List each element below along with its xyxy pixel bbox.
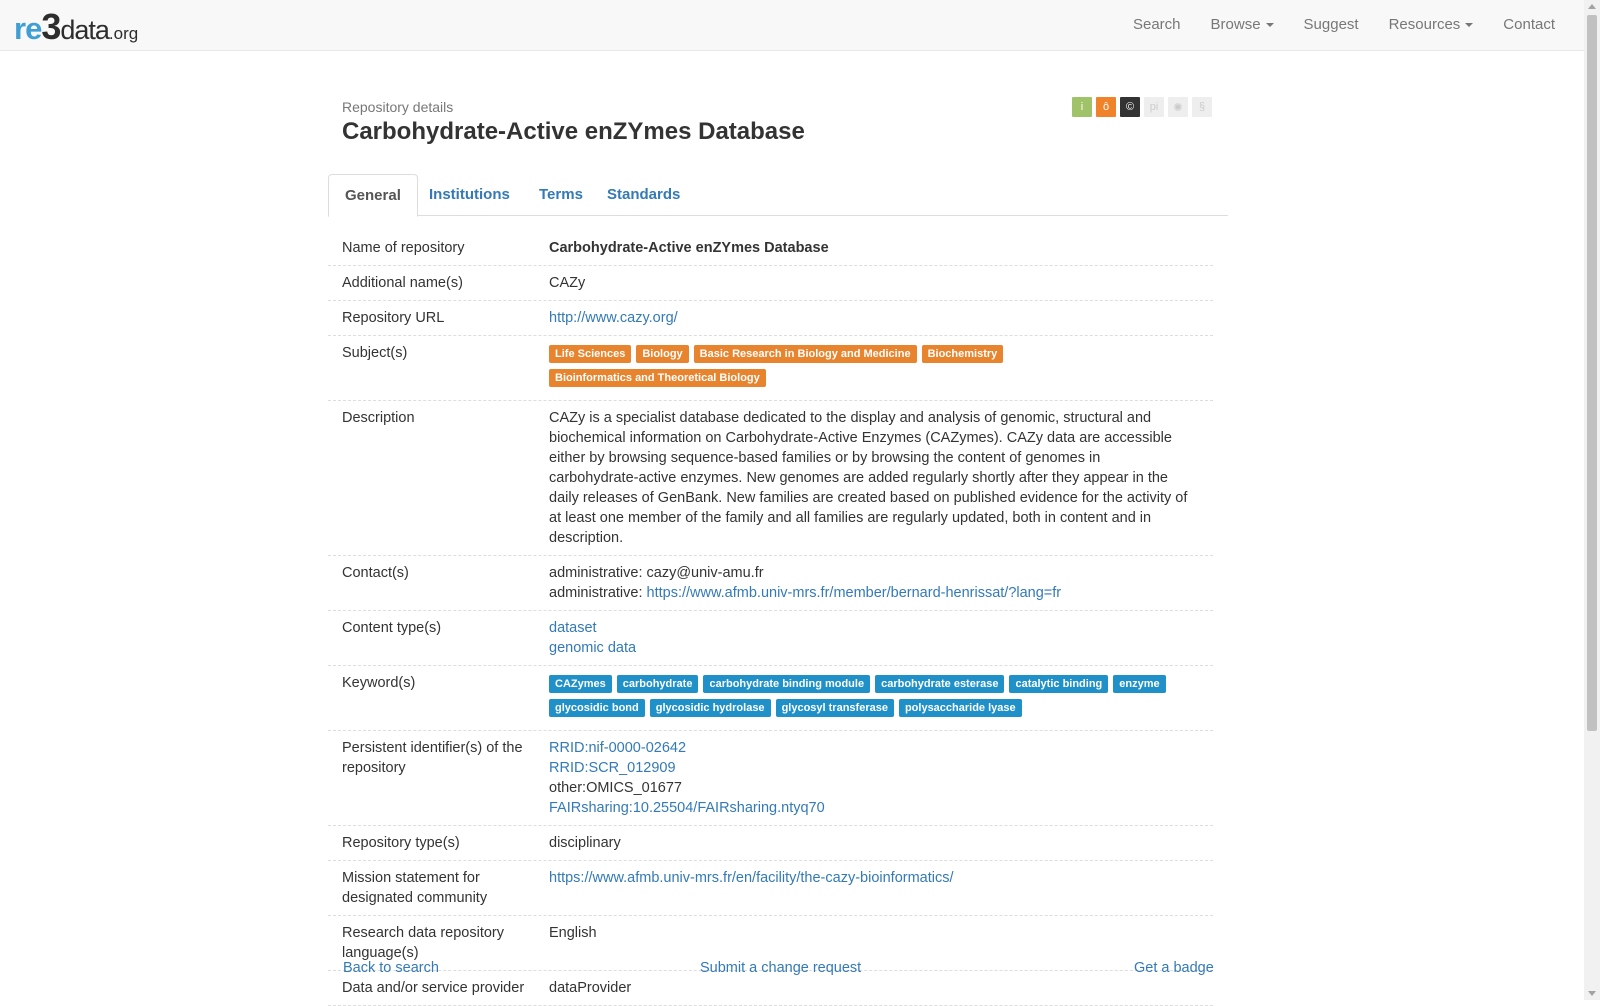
scroll-up-arrow-icon[interactable] <box>1588 4 1596 9</box>
contact-link[interactable]: https://www.afmb.univ-mrs.fr/member/bern… <box>647 585 1062 601</box>
detail-tabs: General Institutions Terms Standards <box>328 174 1228 217</box>
table-row: Subject(s) Life Sciences Biology Basic Res… <box>328 336 1213 401</box>
table-row: Content type(s) dataset genomic data <box>328 611 1213 666</box>
nav-browse-dropdown[interactable]: Browse <box>1196 0 1289 50</box>
info-icon[interactable]: i <box>1072 97 1092 117</box>
table-row: Repository type(s) disciplinary <box>328 826 1213 861</box>
pid-link[interactable]: FAIRsharing:10.25504/FAIRsharing.ntyq70 <box>549 798 1205 818</box>
pid-link[interactable]: RRID:SCR_012909 <box>549 758 1205 778</box>
keyword-tag[interactable]: enzyme <box>1113 675 1166 693</box>
policy-icon[interactable]: § <box>1192 97 1212 117</box>
table-row: Mission statement for designated communi… <box>328 861 1213 916</box>
pid-link[interactable]: RRID:nif-0000-02642 <box>549 738 1205 758</box>
row-label: Repository URL <box>342 310 445 326</box>
scroll-down-arrow-icon[interactable] <box>1588 991 1596 996</box>
keyword-tag[interactable]: carbohydrate <box>616 675 699 693</box>
persistent-id-icon[interactable]: pi <box>1144 97 1164 117</box>
subject-tag[interactable]: Bioinformatics and Theoretical Biology <box>549 369 766 387</box>
page-scrollbar[interactable] <box>1584 0 1600 1000</box>
keyword-tag[interactable]: CAZymes <box>549 675 612 693</box>
nav-contact[interactable]: Contact <box>1488 0 1570 50</box>
logo-re: re <box>14 11 42 46</box>
nav-resources-label: Resources <box>1388 16 1461 33</box>
nav-search[interactable]: Search <box>1118 0 1196 50</box>
table-row: Additional name(s) CAZy <box>328 266 1213 301</box>
row-label: Content type(s) <box>342 620 442 636</box>
row-label: Repository type(s) <box>342 835 460 851</box>
logo-three: 3 <box>41 6 61 47</box>
tab-standards[interactable]: Standards <box>591 174 696 217</box>
caret-down-icon <box>1265 23 1274 28</box>
row-label: Keyword(s) <box>342 675 416 691</box>
table-row: Data and/or service provider dataProvide… <box>328 971 1213 1006</box>
repository-name: Carbohydrate-Active enZYmes Database <box>549 240 829 256</box>
repository-type: disciplinary <box>549 835 621 851</box>
table-row: Repository URL http://www.cazy.org/ <box>328 301 1213 336</box>
tab-general[interactable]: General <box>328 174 418 217</box>
keyword-tag[interactable]: catalytic binding <box>1009 675 1109 693</box>
subject-tag[interactable]: Life Sciences <box>549 345 632 363</box>
subject-tag[interactable]: Basic Research in Biology and Medicine <box>693 345 917 363</box>
row-label: Description <box>342 410 415 426</box>
keyword-tag[interactable]: glycosidic hydrolase <box>649 699 771 717</box>
scroll-thumb[interactable] <box>1587 15 1597 731</box>
get-a-badge-link[interactable]: Get a badge <box>1134 960 1214 976</box>
row-label: Additional name(s) <box>342 275 463 291</box>
repository-badges: i ô © pi ✺ § <box>1072 97 1216 117</box>
nav-resources-dropdown[interactable]: Resources <box>1374 0 1489 50</box>
table-row: Description CAZy is a specialist databas… <box>328 401 1213 556</box>
subject-tags: Life Sciences Biology Basic Research in Bi… <box>549 343 1205 393</box>
table-row: Contact(s) administrative: cazy@univ-amu… <box>328 556 1213 611</box>
submit-change-request-link[interactable]: Submit a change request <box>700 960 861 976</box>
keyword-tag[interactable]: glycosidic bond <box>549 699 645 717</box>
subject-tag[interactable]: Biology <box>636 345 689 363</box>
pid-text: other:OMICS_01677 <box>549 780 682 796</box>
certificate-icon[interactable]: ✺ <box>1168 97 1188 117</box>
caret-down-icon <box>1465 23 1474 28</box>
navbar: re3data.org Search Browse Suggest Resour… <box>0 0 1584 51</box>
contact-email: administrative: cazy@univ-amu.fr <box>549 565 764 581</box>
table-row: Persistent identifier(s) of the reposito… <box>328 731 1213 826</box>
row-label: Persistent identifier(s) of the reposito… <box>342 740 523 776</box>
nav-browse-label: Browse <box>1210 16 1261 33</box>
nav-suggest[interactable]: Suggest <box>1289 0 1374 50</box>
logo-org: .org <box>108 24 139 43</box>
main-nav: Search Browse Suggest Resources Contact <box>1118 0 1570 50</box>
keyword-tag[interactable]: polysaccharide lyase <box>898 699 1022 717</box>
description-text: CAZy is a specialist database dedicated … <box>549 410 1188 546</box>
contact-prefix: administrative: <box>549 585 647 601</box>
content-type-link[interactable]: dataset <box>549 618 1205 638</box>
page-title: Carbohydrate-Active enZYmes Database <box>342 118 805 145</box>
mission-statement-link[interactable]: https://www.afmb.univ-mrs.fr/en/facility… <box>549 870 954 886</box>
back-to-search-link[interactable]: Back to search <box>343 960 439 976</box>
tab-terms[interactable]: Terms <box>523 174 599 217</box>
copyright-icon[interactable]: © <box>1120 97 1140 117</box>
re3data-logo[interactable]: re3data.org <box>14 6 139 47</box>
repository-language: English <box>549 925 597 941</box>
table-row: Keyword(s) CAZymes carbohydrate carbohydra… <box>328 666 1213 731</box>
page-subtitle: Repository details <box>342 99 454 115</box>
contact-line: administrative: https://www.afmb.univ-mr… <box>549 583 1205 603</box>
tab-institutions[interactable]: Institutions <box>413 174 526 217</box>
row-label: Mission statement for designated communi… <box>342 870 488 906</box>
keyword-tag[interactable]: carbohydrate binding module <box>703 675 871 693</box>
logo-data: data <box>60 15 110 45</box>
table-row: Name of repository Carbohydrate-Active e… <box>328 231 1213 266</box>
keyword-tag[interactable]: carbohydrate esterase <box>875 675 1005 693</box>
repository-details-table: Name of repository Carbohydrate-Active e… <box>328 231 1213 1006</box>
additional-name: CAZy <box>549 275 586 291</box>
keyword-tag[interactable]: glycosyl transferase <box>775 699 894 717</box>
repository-url-link[interactable]: http://www.cazy.org/ <box>549 310 678 326</box>
row-label: Contact(s) <box>342 565 409 581</box>
subject-tag[interactable]: Biochemistry <box>921 345 1004 363</box>
content-type-link[interactable]: genomic data <box>549 638 1205 658</box>
row-label: Name of repository <box>342 240 465 256</box>
row-label: Subject(s) <box>342 345 408 361</box>
keyword-tags: CAZymes carbohydrate carbohydrate binding … <box>549 673 1205 723</box>
open-access-icon[interactable]: ô <box>1096 97 1116 117</box>
